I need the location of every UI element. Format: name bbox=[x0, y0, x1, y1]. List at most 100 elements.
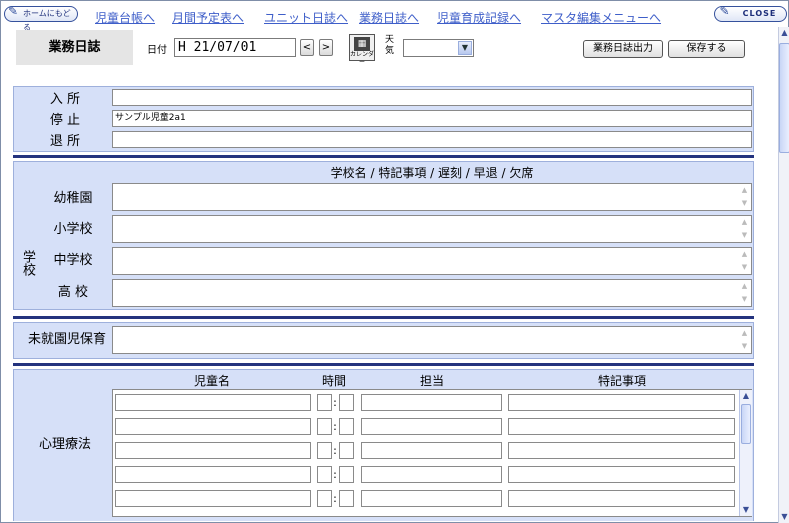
therapy-hour-input[interactable] bbox=[317, 490, 332, 507]
scroll-up-icon: ▲ bbox=[741, 218, 748, 226]
page-scrollbar[interactable]: ▲ ▼ bbox=[778, 27, 789, 523]
weather-select[interactable]: ▼ bbox=[403, 39, 474, 57]
therapy-child-input[interactable] bbox=[115, 490, 311, 507]
print-journal-button[interactable]: 業務日誌出力 bbox=[583, 40, 663, 58]
therapy-minute-input[interactable] bbox=[339, 418, 354, 435]
table-row: : bbox=[113, 466, 739, 484]
scroll-down-icon[interactable]: ▼ bbox=[779, 511, 789, 523]
therapy-child-input[interactable] bbox=[115, 394, 311, 411]
therapy-notes-input[interactable] bbox=[508, 490, 735, 507]
junior-high-textarea[interactable]: ▲ ▼ bbox=[112, 247, 752, 275]
therapy-child-input[interactable] bbox=[115, 442, 311, 459]
pencil-icon: ✎ bbox=[8, 4, 19, 18]
prev-date-button[interactable]: < bbox=[300, 39, 314, 56]
therapy-staff-input[interactable] bbox=[361, 442, 502, 459]
time-separator: : bbox=[333, 420, 337, 433]
calendar-icon: ▦ bbox=[354, 37, 370, 51]
section-divider bbox=[13, 155, 754, 158]
suspension-input[interactable]: サンプル児童2a1 bbox=[112, 110, 752, 127]
scroll-down-icon: ▼ bbox=[741, 199, 748, 207]
nav-link-child-development[interactable]: 児童育成記録へ bbox=[437, 9, 521, 26]
scroll-down-icon: ▼ bbox=[741, 231, 748, 239]
scroll-thumb[interactable] bbox=[779, 43, 789, 153]
therapy-col-notes: 特記事項 bbox=[507, 372, 737, 388]
scroll-up-icon[interactable]: ▲ bbox=[779, 27, 789, 39]
therapy-hour-input[interactable] bbox=[317, 418, 332, 435]
school-column-header: 学校名 / 特記事項 / 遅刻 / 早退 / 欠席 bbox=[112, 164, 752, 180]
therapy-child-input[interactable] bbox=[115, 466, 311, 483]
nav-link-master-edit[interactable]: マスタ編集メニューへ bbox=[541, 9, 661, 26]
scroll-up-icon: ▲ bbox=[741, 250, 748, 258]
therapy-staff-input[interactable] bbox=[361, 394, 502, 411]
therapy-minute-input[interactable] bbox=[339, 490, 354, 507]
weather-select-value bbox=[404, 43, 407, 54]
table-row: : bbox=[113, 418, 739, 436]
scroll-up-icon[interactable]: ▲ bbox=[740, 390, 752, 402]
table-row: : bbox=[113, 442, 739, 460]
therapy-minute-input[interactable] bbox=[339, 442, 354, 459]
next-date-button[interactable]: > bbox=[319, 39, 333, 56]
school-label-junior-high: 中学校 bbox=[39, 247, 107, 274]
therapy-notes-input[interactable] bbox=[508, 418, 735, 435]
scroll-down-icon[interactable]: ▼ bbox=[740, 504, 752, 516]
scroll-down-icon: ▼ bbox=[741, 295, 748, 303]
time-separator: : bbox=[333, 468, 337, 481]
therapy-scrollbar[interactable]: ▲ ▼ bbox=[739, 390, 752, 516]
therapy-staff-input[interactable] bbox=[361, 490, 502, 507]
page-title: 業務日誌 bbox=[16, 30, 133, 65]
content-area: 入 所 停 止 サンプル児童2a1 退 所 学校 学校名 / 特記事項 / 遅刻… bbox=[9, 83, 758, 521]
admission-input[interactable] bbox=[112, 89, 752, 106]
time-separator: : bbox=[333, 396, 337, 409]
therapy-staff-input[interactable] bbox=[361, 418, 502, 435]
therapy-col-time: 時間 bbox=[314, 372, 354, 388]
nav-link-work-journal[interactable]: 業務日誌へ bbox=[359, 9, 419, 26]
therapy-hour-input[interactable] bbox=[317, 442, 332, 459]
therapy-grid: : : ::: ▲ ▼ bbox=[112, 389, 752, 517]
save-button[interactable]: 保存する bbox=[668, 40, 745, 58]
nav-link-unit-journal[interactable]: ユニット日誌へ bbox=[264, 9, 348, 26]
preschool-label: 未就園児保育 bbox=[22, 329, 112, 351]
therapy-col-child-name: 児童名 bbox=[112, 372, 312, 388]
therapy-minute-input[interactable] bbox=[339, 394, 354, 411]
section-divider bbox=[13, 316, 754, 319]
scroll-up-icon: ▲ bbox=[741, 282, 748, 290]
therapy-hour-input[interactable] bbox=[317, 466, 332, 483]
therapy-col-staff: 担当 bbox=[359, 372, 505, 388]
nav-link-child-register[interactable]: 児童台帳へ bbox=[95, 9, 155, 26]
home-button-label: ホームにもどる bbox=[23, 9, 71, 32]
nav-link-monthly-schedule[interactable]: 月間予定表へ bbox=[172, 9, 244, 26]
close-button-label: CLOSE bbox=[742, 9, 777, 18]
top-navigation: ✎ ホームにもどる 児童台帳へ 月間予定表へ ユニット日誌へ 業務日誌へ 児童育… bbox=[1, 1, 789, 32]
discharge-input[interactable] bbox=[112, 131, 752, 148]
home-button[interactable]: ✎ ホームにもどる bbox=[4, 4, 78, 32]
therapy-staff-input[interactable] bbox=[361, 466, 502, 483]
therapy-child-input[interactable] bbox=[115, 418, 311, 435]
scroll-up-icon: ▲ bbox=[741, 329, 748, 337]
school-group-label: 学校 bbox=[17, 163, 37, 307]
close-button[interactable]: ✎ CLOSE bbox=[714, 4, 787, 22]
therapy-label: 心理療法 bbox=[22, 433, 108, 453]
therapy-notes-input[interactable] bbox=[508, 394, 735, 411]
time-separator: : bbox=[333, 492, 337, 505]
window-frame: ✎ ホームにもどる 児童台帳へ 月間予定表へ ユニット日誌へ 業務日誌へ 児童育… bbox=[0, 0, 789, 523]
school-label-high-school: 高 校 bbox=[39, 279, 107, 306]
high-school-textarea[interactable]: ▲ ▼ bbox=[112, 279, 752, 307]
scroll-thumb[interactable] bbox=[741, 404, 751, 444]
section-divider bbox=[13, 363, 754, 366]
table-row: : bbox=[113, 394, 739, 412]
therapy-notes-input[interactable] bbox=[508, 442, 735, 459]
school-label-elementary: 小学校 bbox=[39, 216, 107, 243]
calendar-button-label: カレンダー bbox=[350, 51, 375, 66]
therapy-minute-input[interactable] bbox=[339, 466, 354, 483]
time-separator: : bbox=[333, 444, 337, 457]
preschool-textarea[interactable]: ▲ ▼ bbox=[112, 326, 752, 354]
kindergarten-textarea[interactable]: ▲ ▼ bbox=[112, 183, 752, 211]
therapy-hour-input[interactable] bbox=[317, 394, 332, 411]
date-label: 日付 bbox=[147, 45, 167, 56]
date-input[interactable]: H 21/07/01 bbox=[174, 38, 296, 57]
attendance-label-admission: 入 所 bbox=[22, 88, 108, 107]
therapy-notes-input[interactable] bbox=[508, 466, 735, 483]
attendance-label-discharge: 退 所 bbox=[22, 130, 108, 149]
elementary-textarea[interactable]: ▲ ▼ bbox=[112, 215, 752, 243]
calendar-button[interactable]: ▦ カレンダー bbox=[349, 34, 375, 66]
